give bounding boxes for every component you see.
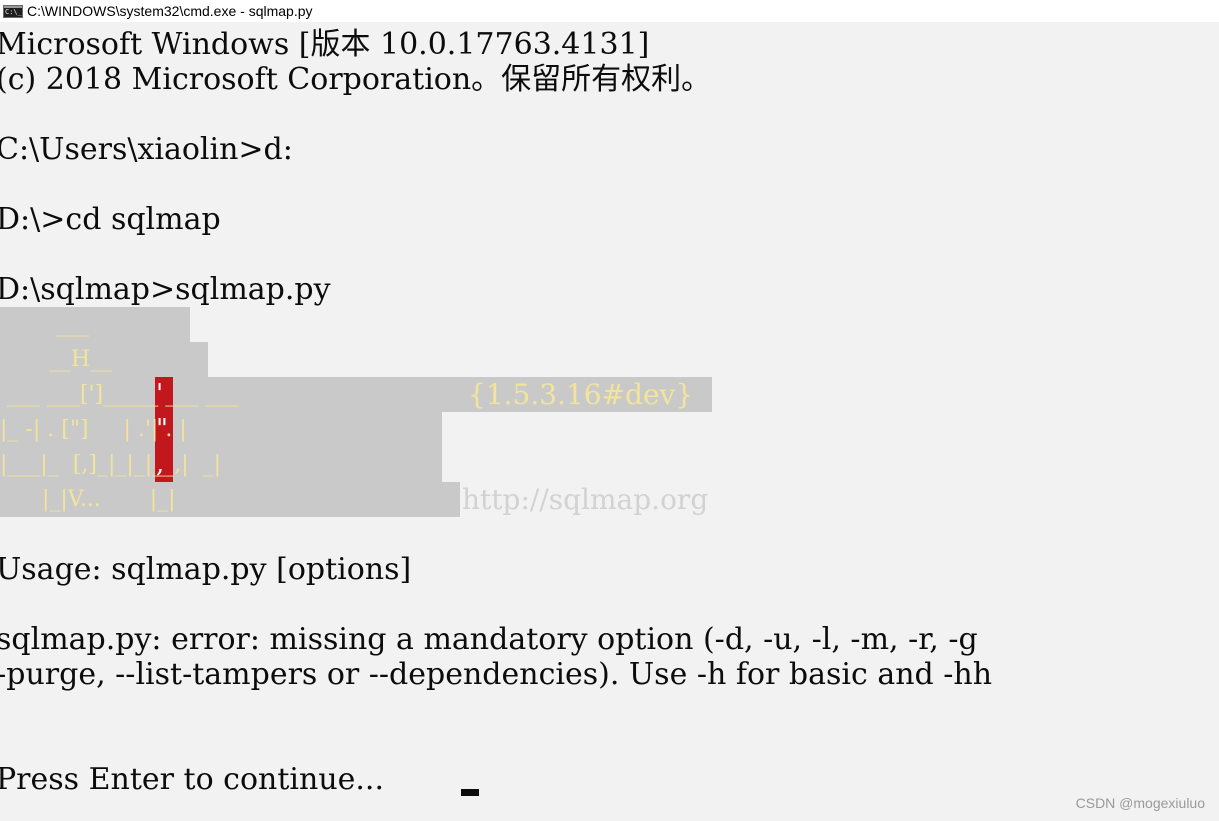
banner-row5: |___|_ [,]_|_|_|__,| _| — [0, 452, 222, 477]
banner-quote-top: ' — [156, 379, 164, 409]
command-line-cd: D:\>cd sqlmap — [0, 202, 221, 237]
window-title: C:\WINDOWS\system32\cmd.exe - sqlmap.py — [27, 3, 313, 19]
watermark: CSDN @mogexiuluo — [1075, 795, 1205, 811]
usage-line: Usage: sqlmap.py [options] — [0, 552, 412, 587]
text-cursor — [461, 789, 479, 796]
banner-quote-mid: " — [156, 414, 168, 444]
prompt-line: Press Enter to continue... — [0, 762, 385, 797]
error-line-2: --purge, --list-tampers or --dependencie… — [0, 657, 993, 692]
banner-row2: __H__ — [0, 347, 113, 372]
header-line-version: Microsoft Windows [版本 10.0.17763.4131] — [0, 27, 650, 62]
header-line-copyright: (c) 2018 Microsoft Corporation。保留所有权利。 — [0, 62, 712, 97]
banner-row6: |_|V... |_| — [0, 487, 176, 512]
banner-quote-bot: , — [156, 449, 165, 479]
command-line-sqlmap: D:\sqlmap>sqlmap.py — [0, 272, 331, 307]
console-output[interactable]: Microsoft Windows [版本 10.0.17763.4131] (… — [0, 22, 1219, 821]
title-bar[interactable]: C:\WINDOWS\system32\cmd.exe - sqlmap.py — [0, 0, 1219, 22]
cmd-window: C:\WINDOWS\system32\cmd.exe - sqlmap.py … — [0, 0, 1219, 821]
command-line-drive: C:\Users\xiaolin>d: — [0, 132, 293, 167]
banner-row1: ___ — [0, 312, 89, 337]
banner-version: {1.5.3.16#dev} — [468, 378, 694, 411]
cmd-icon — [3, 4, 23, 18]
banner-row3: ___ ___[']_____ ___ ___ — [0, 382, 239, 407]
error-line-1: sqlmap.py: error: missing a mandatory op… — [0, 622, 978, 657]
banner-url: http://sqlmap.org — [462, 483, 709, 516]
